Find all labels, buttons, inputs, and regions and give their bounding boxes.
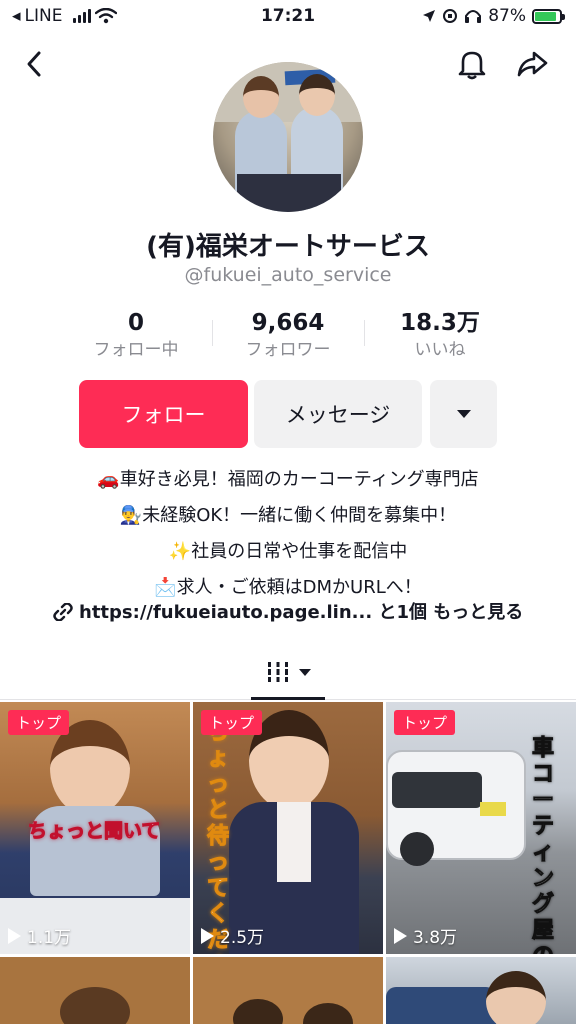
follow-button[interactable]: フォロー: [79, 380, 248, 448]
thumbnail-wheel: [400, 832, 434, 866]
followers-label: フォロワー: [245, 340, 331, 360]
thumbnail-car: [386, 987, 496, 1024]
message-button[interactable]: メッセージ: [254, 380, 422, 448]
likes-count: 18.3万: [400, 310, 480, 336]
thumbnail-person: [60, 987, 130, 1024]
thumbnail-person: [233, 999, 283, 1024]
thumbnail-plate: [480, 802, 506, 816]
following-label: フォロー中: [93, 340, 179, 360]
bell-icon: [458, 51, 486, 80]
view-count: 2.5万: [201, 923, 264, 948]
status-right: 87%: [422, 6, 565, 26]
status-bar: ◂ LINE 17:21 87%: [0, 0, 576, 34]
bio-link-extra[interactable]: と1個: [378, 602, 427, 623]
tab-videos[interactable]: [251, 644, 325, 700]
view-count: 1.1万: [8, 923, 71, 948]
likes-label: いいね: [414, 340, 466, 360]
followers-count: 9,664: [251, 310, 325, 336]
view-count-value: 1.1万: [27, 928, 72, 948]
notification-bell-button[interactable]: [450, 42, 494, 86]
headphones-icon: [465, 10, 482, 23]
followers-stat[interactable]: 9,664 フォロワー: [212, 308, 364, 364]
profile-stats: 0 フォロー中 9,664 フォロワー 18.3万 いいね: [60, 308, 516, 364]
rotation-lock-icon: [443, 9, 458, 23]
video-caption: ちょっと聞いて: [27, 820, 161, 843]
video-thumbnail[interactable]: ちょっと待ってくださ トップ 2.5万: [193, 702, 383, 954]
username-handle[interactable]: @fukuei_auto_service: [0, 264, 576, 286]
battery-icon: [532, 8, 565, 24]
avatar[interactable]: [213, 62, 363, 212]
pinned-badge: トップ: [394, 710, 456, 735]
view-count-value: 2.5万: [220, 928, 265, 948]
play-icon: [201, 927, 214, 944]
avatar-skirts: [237, 174, 341, 212]
display-name: (有)福栄オートサービス: [146, 232, 430, 262]
thumbnail-person: [303, 1003, 353, 1024]
grid-icon: [265, 662, 291, 682]
location-icon: [423, 10, 436, 22]
back-button[interactable]: [12, 42, 56, 86]
link-icon: [53, 602, 73, 622]
bio-link-row: https://fukueiauto.page.lin... と1個 もっと見る: [0, 598, 576, 624]
thumbnail-person: [486, 971, 546, 1024]
thumbnail-car-window: [392, 772, 482, 808]
chevron-left-icon: [27, 51, 41, 77]
play-icon: [8, 927, 21, 944]
pinned-badge: トップ: [201, 710, 263, 735]
pinned-badge: トップ: [8, 710, 70, 735]
bio-line: 🚗車好き必見！福岡のカーコーティング専門店: [97, 469, 479, 490]
see-more-link[interactable]: もっと見る: [433, 602, 523, 623]
battery-percent: 87%: [488, 6, 526, 26]
video-thumbnail[interactable]: 車コーティング屋の トップ 3.8万: [386, 702, 576, 954]
bio: 🚗車好き必見！福岡のカーコーティング専門店 👨‍🔧未経験OK！一緒に働く仲間を募…: [0, 462, 576, 606]
likes-stat[interactable]: 18.3万 いいね: [364, 308, 516, 364]
share-button[interactable]: [510, 42, 554, 86]
following-count: 0: [127, 310, 144, 336]
video-thumbnail[interactable]: [193, 957, 383, 1024]
thumbnail-shirt: [277, 802, 311, 882]
caret-down-icon: [299, 668, 311, 676]
video-caption: ちょっと待ってくださ: [207, 720, 230, 955]
avatar-face-left: [243, 76, 279, 118]
view-count-value: 3.8万: [413, 928, 458, 948]
bio-line: 👨‍🔧未経験OK！一緒に働く仲間を募集中！: [119, 505, 457, 526]
tab-indicator: [251, 697, 325, 700]
avatar-face-right: [299, 74, 335, 116]
video-thumbnail[interactable]: [0, 957, 190, 1024]
bio-line: ✨社員の日常や仕事を配信中: [168, 541, 408, 562]
view-count: 3.8万: [394, 923, 457, 948]
bio-link[interactable]: https://fukueiauto.page.lin...: [79, 602, 372, 623]
share-arrow-icon: [517, 51, 548, 77]
video-thumbnail[interactable]: ちょっと聞いて トップ 1.1万: [0, 702, 190, 954]
more-options-button[interactable]: [430, 380, 497, 448]
content-tab-bar: [0, 644, 576, 700]
caret-down-icon: [456, 410, 471, 418]
video-thumbnail[interactable]: [386, 957, 576, 1024]
video-caption: 車コーティング屋の: [532, 736, 555, 955]
play-icon: [394, 927, 407, 944]
following-stat[interactable]: 0 フォロー中: [60, 308, 212, 364]
